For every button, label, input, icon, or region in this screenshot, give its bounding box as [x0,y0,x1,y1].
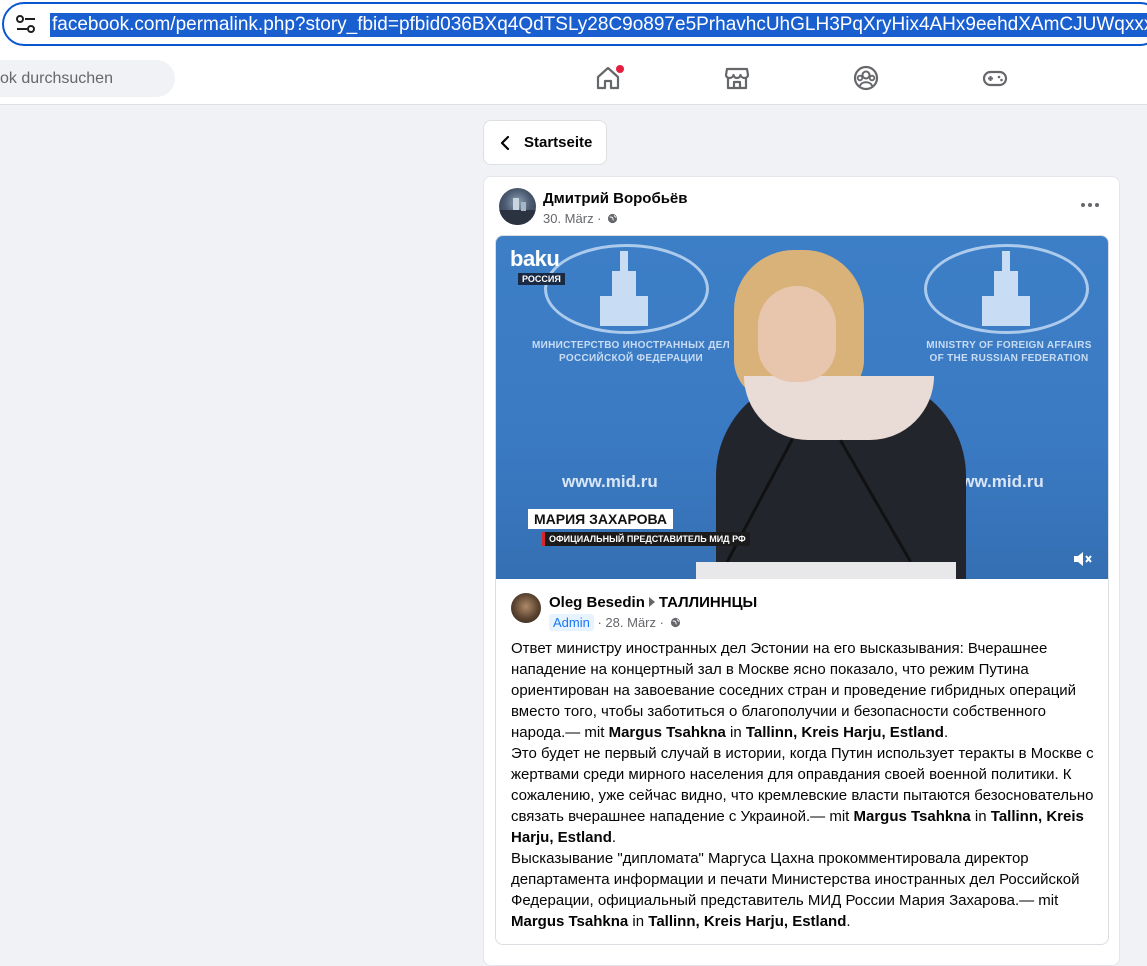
speaker-face [758,286,836,382]
emblem-text-left: МИНИСТЕРСТВО ИНОСТРАННЫХ ДЕЛ РОССИЙСКОЙ Ф… [532,340,730,364]
url-text[interactable]: facebook.com/permalink.php?story_fbid=pf… [50,13,1147,37]
paragraph: Это будет не первый случай в истории, ко… [511,743,1101,848]
period: . [611,829,617,846]
back-to-home-button[interactable]: Startseite [483,120,607,165]
channel-logo: baku [510,246,560,271]
shared-post: МИНИСТЕРСТВО ИНОСТРАННЫХ ДЕЛ РОССИЙСКОЙ Ф… [495,235,1109,945]
building-emblem-right [982,251,1030,326]
tagged-person-link[interactable]: Margus Tsahkna [853,808,970,825]
post-date[interactable]: 30. März · [543,211,618,226]
in-text: in [970,808,991,825]
shared-author-line: Oleg Besedin ТАЛЛИННЦЫ [549,594,757,611]
caption-role: ОФИЦИАЛЬНЫЙ ПРЕДСТАВИТЕЛЬ МИД РФ [542,532,750,546]
address-bar[interactable]: facebook.com/permalink.php?story_fbid=pf… [2,2,1147,46]
facebook-header: ok durchsuchen [0,50,1147,105]
tagged-person-link[interactable]: Margus Tsahkna [511,913,628,930]
groups-icon[interactable] [852,64,880,92]
author-avatar[interactable] [499,188,536,225]
tagged-person-link[interactable]: Margus Tsahkna [609,724,726,741]
avatar-image [499,198,536,225]
search-input[interactable]: ok durchsuchen [0,60,175,97]
admin-badge: Admin [549,614,594,631]
period: . [846,913,851,930]
www-left: www.mid.ru [562,472,658,491]
post-author[interactable]: Дмитрий Воробьёв [543,190,688,207]
paragraph: Высказывание "дипломата" Маргуса Цахна п… [511,848,1101,932]
shared-author[interactable]: Oleg Besedin [549,594,645,611]
caret-right-icon [648,597,655,607]
more-options-icon[interactable] [1078,195,1102,215]
podium [696,562,956,579]
marketplace-icon[interactable] [723,64,751,92]
emblem-text-right: MINISTRY OF FOREIGN AFFAIRS OF THE RUSSIA… [926,340,1092,364]
shared-group[interactable]: ТАЛЛИННЦЫ [659,594,757,611]
globe-icon [670,617,680,628]
globe-icon [608,213,618,224]
gaming-icon[interactable] [981,64,1009,92]
channel-sub: РОССИЯ [518,273,565,285]
shared-meta: Admin · 28. März · [549,614,681,631]
post-date-text: 30. März · [543,211,602,226]
post-card: Дмитрий Воробьёв 30. März · МИНИСТЕРСТВО… [483,176,1120,966]
notification-dot [616,65,624,73]
building-emblem-left [600,251,648,326]
paragraph-text: Высказывание "дипломата" Маргуса Цахна п… [511,850,1080,909]
caption-name: МАРИЯ ЗАХАРОВА [528,509,674,529]
back-label: Startseite [524,134,593,151]
paragraph: Ответ министру иностранных дел Эстонии н… [511,638,1101,743]
mute-icon[interactable] [1072,549,1094,569]
shared-date[interactable]: · 28. März · [597,615,663,630]
browser-toolbar: facebook.com/permalink.php?story_fbid=pf… [0,0,1147,50]
video-player[interactable]: МИНИСТЕРСТВО ИНОСТРАННЫХ ДЕЛ РОССИЙСКОЙ Ф… [496,236,1108,579]
chevron-left-icon [500,135,510,151]
in-text: in [725,724,746,741]
tagged-place-link[interactable]: Tallinn, Kreis Harju, Estland [648,913,846,930]
shared-post-body: Ответ министру иностранных дел Эстонии н… [511,638,1101,932]
site-info-icon[interactable] [14,13,38,35]
shared-author-avatar[interactable] [511,593,541,623]
in-text: in [628,913,649,930]
period: . [943,724,949,741]
tagged-place-link[interactable]: Tallinn, Kreis Harju, Estland [746,724,944,741]
